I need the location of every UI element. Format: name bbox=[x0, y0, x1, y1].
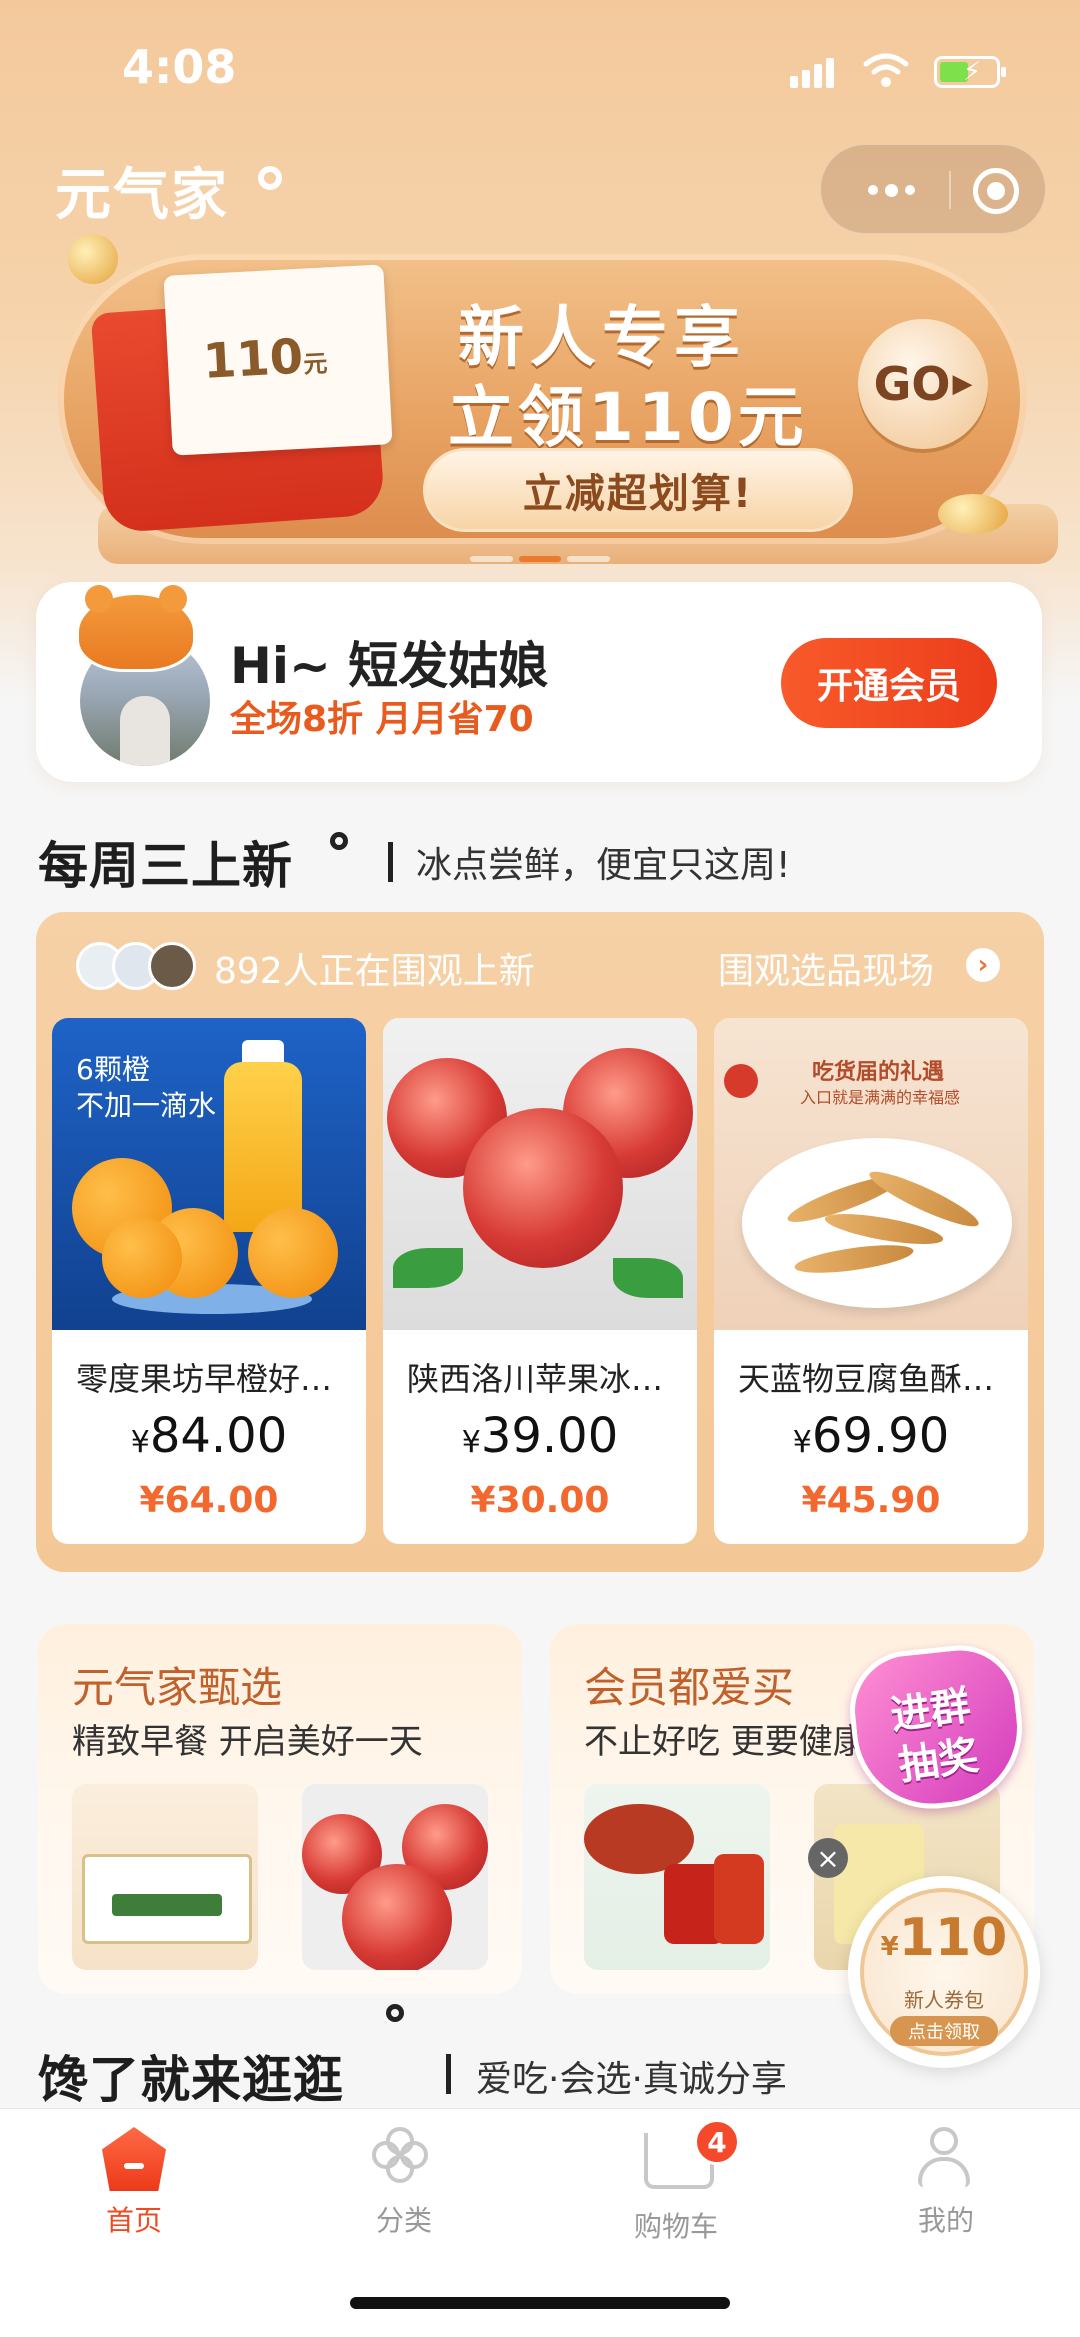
watcher-avatars bbox=[76, 942, 206, 990]
voucher-card: 110元 bbox=[163, 264, 393, 456]
title-divider bbox=[388, 842, 393, 882]
more-icon[interactable] bbox=[851, 165, 931, 215]
voucher-amount: 110 bbox=[201, 328, 305, 390]
title-divider bbox=[446, 2054, 451, 2094]
close-target-icon[interactable] bbox=[973, 168, 1019, 214]
home-icon bbox=[102, 2127, 166, 2191]
promo-banner[interactable]: 110元 新人专享 立领110元 立减超划算! GO ▶ bbox=[58, 234, 1058, 564]
image-caption: 6颗橙 bbox=[76, 1053, 150, 1086]
go-button[interactable]: GO ▶ bbox=[858, 319, 988, 449]
coupon-claim-button[interactable]: 点击领取 bbox=[890, 2016, 998, 2046]
watch-live-link[interactable]: 围观选品现场 bbox=[718, 942, 934, 994]
member-greeting: Hi~ 短发姑娘 bbox=[230, 637, 549, 695]
weekly-panel: 892人正在围观上新 围观选品现场 › 6颗橙 不加一滴水 零度果坊早橙好… ¥… bbox=[36, 912, 1044, 1572]
battery-icon: ⚡ bbox=[934, 56, 1006, 88]
coin-icon bbox=[68, 234, 118, 284]
product-image: 吃货届的礼遇 入口就是满满的幸福感 bbox=[714, 1018, 1028, 1330]
watcher-count: 892人正在围观上新 bbox=[214, 951, 535, 992]
coupon-amount: ¥110 bbox=[880, 1908, 1008, 1968]
tab-label: 分类 bbox=[375, 2204, 432, 2237]
coupon-label: 新人券包 bbox=[904, 1988, 984, 2012]
user-icon bbox=[914, 2127, 978, 2191]
title-mark-icon bbox=[330, 832, 348, 850]
cart-badge: 4 bbox=[694, 2119, 740, 2165]
go-label: GO bbox=[873, 357, 951, 411]
chevron-right-icon[interactable]: › bbox=[966, 948, 1000, 982]
card-title: 会员都爱买 bbox=[584, 1663, 795, 1712]
card-title: 元气家甄选 bbox=[72, 1663, 283, 1712]
open-membership-button[interactable]: 开通会员 bbox=[781, 638, 997, 728]
product-name: 陕西洛川苹果冰… bbox=[407, 1360, 664, 1398]
tab-cart[interactable]: 4 购物车 bbox=[596, 2119, 756, 2247]
member-card: Hi~ 短发姑娘 全场8折 月月省70 开通会员 bbox=[36, 582, 1042, 782]
tab-home[interactable]: 首页 bbox=[54, 2127, 214, 2247]
product-card[interactable]: 陕西洛川苹果冰… ¥39.00 ¥30.00 bbox=[383, 1018, 697, 1544]
product-name: 天蓝物豆腐鱼酥… bbox=[738, 1360, 995, 1398]
original-price: ¥84.00 bbox=[130, 1408, 288, 1464]
cart-icon: 4 bbox=[644, 2119, 740, 2197]
lottery-line2: 抽奖 bbox=[895, 1732, 982, 1790]
product-image: 6颗橙 不加一滴水 bbox=[52, 1018, 366, 1330]
product-list: 6颗橙 不加一滴水 零度果坊早橙好… ¥84.00 ¥64.00 陕西洛川苹果冰… bbox=[52, 1018, 1032, 1544]
banner-pagination bbox=[470, 556, 611, 562]
sale-price: ¥30.00 bbox=[470, 1480, 610, 1521]
title-mark-icon bbox=[386, 2004, 404, 2022]
dried-fruit-icon bbox=[724, 1064, 758, 1098]
apple-icon bbox=[463, 1108, 623, 1268]
member-perk: 全场8折 月月省70 bbox=[230, 699, 534, 740]
category-icon bbox=[372, 2127, 436, 2191]
capsule-divider bbox=[949, 171, 951, 209]
browse-title: 馋了就来逛逛 bbox=[38, 2051, 344, 2109]
leaf-icon bbox=[613, 1258, 683, 1298]
card-subtitle: 精致早餐 开启美好一天 bbox=[72, 1722, 423, 1762]
image-caption: 不加一滴水 bbox=[76, 1089, 217, 1122]
browse-subtitle: 爱吃·会选·真诚分享 bbox=[476, 2059, 787, 2100]
card-subtitle: 不止好吃 更要健康 bbox=[584, 1722, 867, 1762]
product-image bbox=[383, 1018, 697, 1330]
banner-pill: 立减超划算! bbox=[423, 448, 853, 532]
product-thumb bbox=[584, 1784, 770, 1970]
product-thumb bbox=[72, 1784, 258, 1970]
signal-icon bbox=[790, 58, 834, 88]
juice-bottle-icon bbox=[224, 1062, 302, 1232]
tab-bar: 首页 分类 4 购物车 我的 bbox=[0, 2108, 1080, 2337]
join-group-lottery-badge[interactable]: 进群 抽奖 bbox=[832, 1628, 1042, 1818]
sale-price: ¥64.00 bbox=[139, 1480, 279, 1521]
home-indicator bbox=[350, 2297, 730, 2309]
weekly-title: 每周三上新 bbox=[38, 837, 293, 895]
image-caption: 吃货届的礼遇 bbox=[812, 1060, 945, 1085]
tab-me[interactable]: 我的 bbox=[866, 2127, 1026, 2247]
orange-icon bbox=[102, 1218, 182, 1298]
original-price: ¥39.00 bbox=[461, 1408, 619, 1464]
selection-card[interactable]: 元气家甄选 精致早餐 开启美好一天 bbox=[38, 1624, 522, 1994]
voucher-unit: 元 bbox=[302, 349, 329, 379]
mini-program-capsule bbox=[820, 144, 1046, 234]
weekly-subtitle: 冰点尝鲜，便宜只这周! bbox=[416, 845, 791, 886]
product-card[interactable]: 6颗橙 不加一滴水 零度果坊早橙好… ¥84.00 ¥64.00 bbox=[52, 1018, 366, 1544]
sale-price: ¥45.90 bbox=[801, 1480, 941, 1521]
product-card[interactable]: 吃货届的礼遇 入口就是满满的幸福感 天蓝物豆腐鱼酥… ¥69.90 ¥45.90 bbox=[714, 1018, 1028, 1544]
image-caption: 入口就是满满的幸福感 bbox=[800, 1088, 961, 1107]
leaf-icon bbox=[393, 1248, 463, 1288]
tiger-hat-icon bbox=[76, 585, 196, 672]
status-bar: 4:08 ⚡ bbox=[0, 0, 1080, 140]
tab-label: 购物车 bbox=[633, 2210, 718, 2243]
tab-label: 首页 bbox=[105, 2204, 162, 2237]
wifi-icon bbox=[863, 53, 909, 87]
title-mark-icon bbox=[258, 166, 282, 190]
product-name: 零度果坊早橙好… bbox=[76, 1360, 333, 1398]
coin-icon bbox=[938, 494, 1008, 534]
tab-label: 我的 bbox=[917, 2204, 974, 2237]
close-icon[interactable]: × bbox=[808, 1838, 848, 1878]
orange-icon bbox=[248, 1208, 338, 1298]
banner-subheadline: 立领110元 bbox=[448, 379, 808, 456]
original-price: ¥69.90 bbox=[792, 1408, 950, 1464]
app-title: 元气家 bbox=[55, 163, 229, 228]
status-time: 4:08 bbox=[122, 40, 237, 94]
tab-category[interactable]: 分类 bbox=[324, 2127, 484, 2247]
product-thumb bbox=[302, 1784, 488, 1970]
new-user-coupon[interactable]: ¥110 新人券包 点击领取 bbox=[848, 1876, 1040, 2068]
